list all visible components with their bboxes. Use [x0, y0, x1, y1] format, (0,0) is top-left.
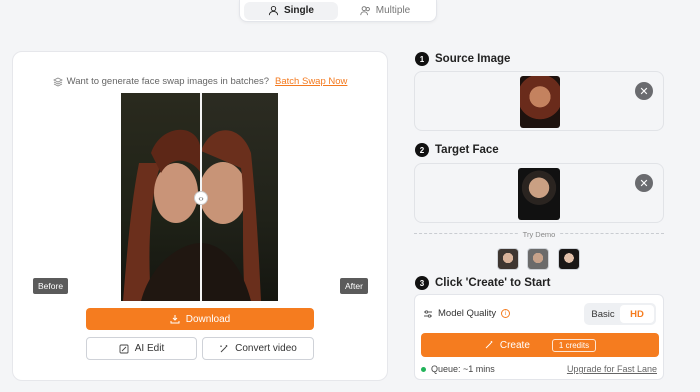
demo-face-3[interactable] — [558, 248, 580, 270]
convert-video-button[interactable]: Convert video — [202, 337, 314, 360]
step-number: 2 — [415, 143, 429, 157]
try-demo-label: Try Demo — [517, 230, 561, 239]
after-label: After — [340, 278, 368, 294]
queue-status: Queue: ~1 mins — [421, 364, 495, 374]
download-icon — [170, 315, 180, 324]
single-label: Single — [283, 5, 314, 16]
source-image-thumbnail — [520, 76, 560, 128]
step-title: Target Face — [435, 144, 499, 156]
ai-edit-icon — [119, 344, 129, 353]
download-label: Download — [185, 313, 231, 325]
batch-swap-link[interactable]: Batch Swap Now — [275, 76, 347, 87]
fast-lane-link[interactable]: Upgrade for Fast Lane — [567, 364, 657, 374]
create-label: Create — [499, 339, 530, 351]
multiple-mode-button[interactable]: Multiple — [338, 2, 432, 20]
create-panel: Model Quality i Basic HD Create 1 credit… — [414, 294, 664, 380]
magic-wand-icon — [220, 344, 228, 352]
convert-video-label: Convert video — [235, 343, 297, 354]
step-title: Click 'Create' to Start — [435, 277, 551, 289]
ai-edit-button[interactable]: AI Edit — [86, 337, 197, 360]
sliders-icon — [424, 309, 432, 318]
status-dot — [421, 366, 426, 372]
model-quality-row: Model Quality i — [423, 308, 511, 319]
multiple-label: Multiple — [375, 5, 411, 16]
before-after-preview[interactable]: ‹› — [121, 93, 278, 301]
step-title: Source Image — [435, 53, 511, 65]
hd-option[interactable]: HD — [620, 305, 654, 323]
before-image — [121, 93, 201, 301]
batch-promo: Want to generate face swap images in bat… — [13, 76, 387, 87]
step-number: 3 — [415, 276, 429, 290]
step-source-image: 1 Source Image — [415, 52, 510, 66]
quality-toggle: Basic HD — [584, 303, 656, 325]
step-number: 1 — [415, 52, 429, 66]
demo-face-1[interactable] — [497, 248, 519, 270]
download-button[interactable]: Download — [86, 308, 314, 330]
target-face-card[interactable]: ✕ — [414, 163, 664, 223]
create-button[interactable]: Create 1 credits — [421, 333, 659, 357]
user-icon — [268, 6, 279, 16]
close-icon: ✕ — [639, 177, 649, 190]
target-face-thumbnail — [518, 168, 560, 220]
basic-option[interactable]: Basic — [586, 305, 620, 323]
magic-wand-icon — [485, 341, 493, 349]
after-image — [199, 93, 278, 301]
source-image-card[interactable]: ✕ — [414, 71, 664, 131]
before-label: Before — [33, 278, 69, 294]
remove-source-button[interactable]: ✕ — [635, 82, 653, 100]
queue-text: Queue: ~1 mins — [431, 364, 495, 374]
ai-edit-label: AI Edit — [134, 343, 165, 354]
preview-card: Want to generate face swap images in bat… — [12, 51, 388, 381]
layers-icon — [52, 77, 63, 86]
step-target-face: 2 Target Face — [415, 143, 499, 157]
single-mode-button[interactable]: Single — [244, 1, 338, 20]
demo-face-2[interactable] — [527, 248, 549, 270]
model-quality-label: Model Quality — [438, 308, 497, 319]
credits-badge: 1 credits — [551, 338, 597, 352]
step-create: 3 Click 'Create' to Start — [415, 276, 550, 290]
batch-text: Want to generate face swap images in bat… — [66, 76, 270, 87]
mode-switch: Single Multiple — [239, 0, 437, 22]
try-demo-divider: Try Demo — [414, 230, 664, 245]
info-icon[interactable]: i — [501, 309, 511, 318]
close-icon: ✕ — [639, 85, 649, 98]
remove-target-button[interactable]: ✕ — [635, 174, 653, 192]
compare-slider-handle[interactable]: ‹› — [194, 191, 208, 205]
users-icon — [360, 6, 370, 16]
